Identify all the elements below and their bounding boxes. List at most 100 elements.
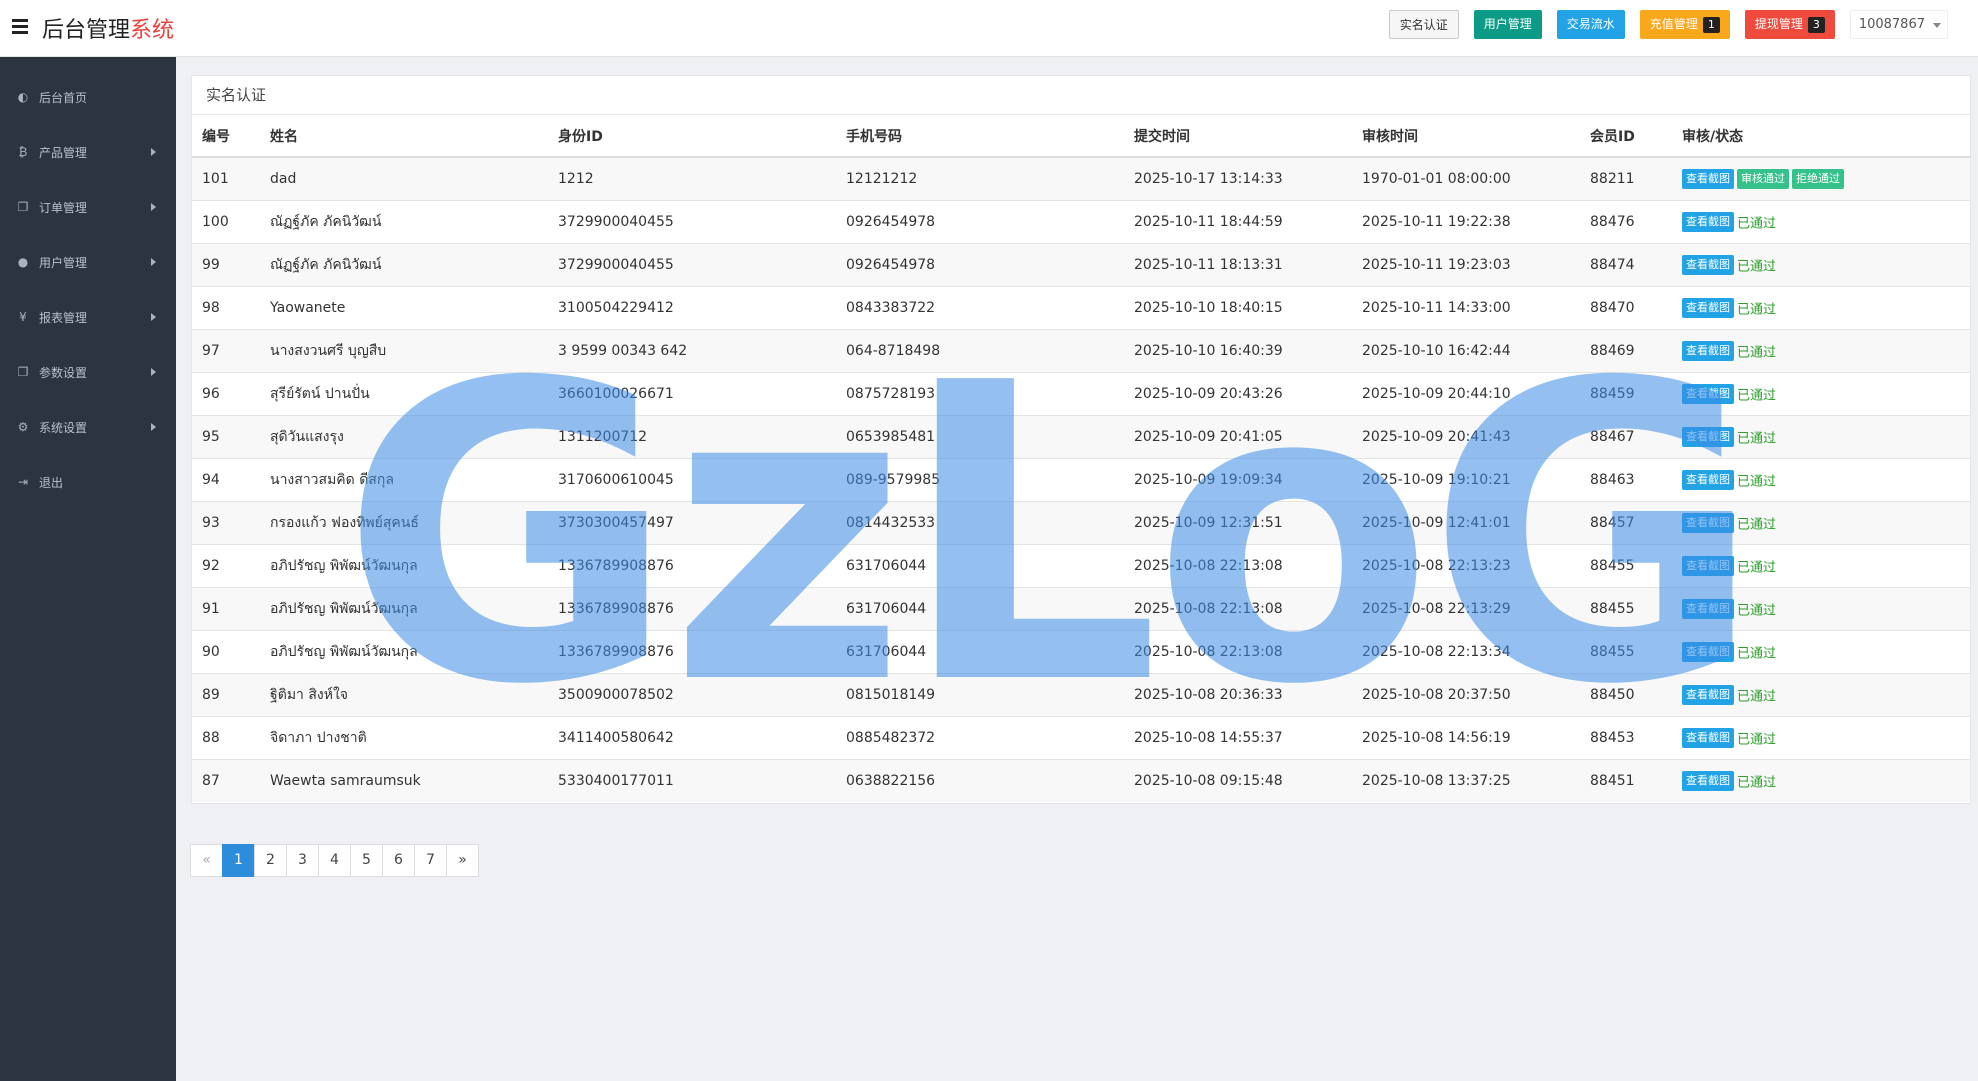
cell-id-number: 3500900078502 xyxy=(548,672,836,716)
gears-icon: ⚙ xyxy=(17,420,29,434)
cell-id: 93 xyxy=(192,500,260,544)
pagination-page[interactable]: 3 xyxy=(286,844,319,877)
status-text: 已通过 xyxy=(1737,775,1777,791)
view-screenshot-button[interactable]: 查看截图 xyxy=(1682,254,1734,275)
user-account-dropdown[interactable]: 10087867 xyxy=(1849,10,1948,39)
transaction-flow-button[interactable]: 交易流水 xyxy=(1556,10,1625,39)
pagination-page[interactable]: 4 xyxy=(318,844,351,877)
view-screenshot-button[interactable]: 查看截图 xyxy=(1682,211,1734,232)
bitcoin-icon: ₿ xyxy=(18,145,28,159)
sidebar-item[interactable]: ₿ 产品管理 xyxy=(0,132,176,172)
view-screenshot-button[interactable]: 查看截图 xyxy=(1682,598,1734,619)
view-screenshot-button[interactable]: 查看截图 xyxy=(1682,770,1734,791)
view-screenshot-button[interactable]: 查看截图 xyxy=(1682,383,1734,404)
view-screenshot-button[interactable]: 查看截图 xyxy=(1682,512,1734,533)
cell-actions: 查看截图 已通过 xyxy=(1672,758,1970,802)
cell-name: อภิปรัชญ พิพัฒน์วัฒนกุล xyxy=(260,586,548,630)
cell-id: 92 xyxy=(192,543,260,587)
cell-phone: 064-8718498 xyxy=(836,328,1124,372)
cell-member-id: 88476 xyxy=(1580,199,1672,243)
table-row: 92 อภิปรัชญ พิพัฒน์วัฒนกุล 1336789908876 63… xyxy=(192,543,1970,587)
copy-icon: ❐ xyxy=(17,200,29,214)
view-screenshot-button[interactable]: 查看截图 xyxy=(1682,340,1734,361)
pagination-page[interactable]: 1 xyxy=(222,844,255,877)
cell-actions: 查看截图 审核通过 拒绝通过 xyxy=(1672,156,1970,200)
view-screenshot-button[interactable]: 查看截图 xyxy=(1682,469,1734,490)
cell-submit-time: 2025-10-08 22:13:08 xyxy=(1124,586,1352,630)
pagination-prev[interactable]: « xyxy=(190,844,223,877)
cell-review-time: 2025-10-09 20:41:43 xyxy=(1352,414,1580,458)
cell-review-time: 2025-10-11 19:23:03 xyxy=(1352,242,1580,286)
approve-button[interactable]: 审核通过 xyxy=(1737,168,1789,189)
view-screenshot-button[interactable]: 查看截图 xyxy=(1682,297,1734,318)
sidebar-item[interactable]: ◐ 后台首页 xyxy=(0,77,176,117)
sidebar-item[interactable]: ¥ 报表管理 xyxy=(0,297,176,337)
cell-submit-time: 2025-10-09 12:31:51 xyxy=(1124,500,1352,544)
cell-review-time: 2025-10-08 22:13:34 xyxy=(1352,629,1580,673)
cell-review-time: 2025-10-08 22:13:23 xyxy=(1352,543,1580,587)
user-management-button[interactable]: 用户管理 xyxy=(1473,10,1542,39)
status-text: 已通过 xyxy=(1737,517,1777,532)
cell-id: 98 xyxy=(192,285,260,329)
cell-phone: 0875728193 xyxy=(836,371,1124,415)
status-text: 已通过 xyxy=(1737,388,1777,403)
pagination-next[interactable]: » xyxy=(446,844,479,877)
recharge-management-button[interactable]: 充值管理 1 xyxy=(1639,10,1730,39)
sidebar-item-label: 产品管理 xyxy=(39,145,88,160)
cell-id: 101 xyxy=(192,156,260,200)
cell-id-number: 3729900040455 xyxy=(548,242,836,286)
cell-id-number: 3100504229412 xyxy=(548,285,836,329)
cell-id: 100 xyxy=(192,199,260,243)
cell-id-number: 3660100026671 xyxy=(548,371,836,415)
cell-id-number: 1336789908876 xyxy=(548,543,836,587)
cell-submit-time: 2025-10-11 18:13:31 xyxy=(1124,242,1352,286)
pagination-page[interactable]: 6 xyxy=(382,844,415,877)
caret-right-icon xyxy=(151,203,156,211)
sidebar-item[interactable]: ⚙ 系统设置 xyxy=(0,407,176,447)
button-label: 提现管理 xyxy=(1754,17,1803,31)
sidebar-item-label: 参数设置 xyxy=(39,365,88,380)
pagination-page[interactable]: 7 xyxy=(414,844,447,877)
cell-phone: 0815018149 xyxy=(836,672,1124,716)
view-screenshot-button[interactable]: 查看截图 xyxy=(1682,168,1734,189)
view-screenshot-button[interactable]: 查看截图 xyxy=(1682,555,1734,576)
view-screenshot-button[interactable]: 查看截图 xyxy=(1682,641,1734,662)
cell-review-time: 2025-10-08 20:37:50 xyxy=(1352,672,1580,716)
sidebar-item[interactable]: ⇥ 退出 xyxy=(0,462,176,502)
view-screenshot-button[interactable]: 查看截图 xyxy=(1682,727,1734,748)
status-text: 已通过 xyxy=(1737,216,1777,231)
reject-button[interactable]: 拒绝通过 xyxy=(1792,168,1844,189)
cell-submit-time: 2025-10-09 20:43:26 xyxy=(1124,371,1352,415)
cell-review-time: 2025-10-08 13:37:25 xyxy=(1352,758,1580,802)
cell-name: Yaowanete xyxy=(260,285,548,329)
cell-phone: 0885482372 xyxy=(836,715,1124,759)
cell-submit-time: 2025-10-17 13:14:33 xyxy=(1124,156,1352,200)
view-screenshot-button[interactable]: 查看截图 xyxy=(1682,684,1734,705)
pagination-page[interactable]: 5 xyxy=(350,844,383,877)
user-account-id: 10087867 xyxy=(1858,17,1925,32)
cell-member-id: 88450 xyxy=(1580,672,1672,716)
view-screenshot-button[interactable]: 查看截图 xyxy=(1682,426,1734,447)
sidebar-item[interactable]: ❐ 参数设置 xyxy=(0,352,176,392)
column-header: 审核/状态 xyxy=(1672,115,1970,158)
copy-icon: ❐ xyxy=(17,365,29,379)
cell-name: ณัฏฐ์ภัค ภัคนิวัฒน์ xyxy=(260,242,548,286)
cell-actions: 查看截图 已通过 xyxy=(1672,371,1970,415)
realname-auth-button[interactable]: 实名认证 xyxy=(1388,10,1459,39)
sidebar-item[interactable]: ● 用户管理 xyxy=(0,242,176,282)
cell-phone: 0814432533 xyxy=(836,500,1124,544)
cell-name: จิดาภา ปางชาติ xyxy=(260,715,548,759)
sidebar-item[interactable]: ❐ 订单管理 xyxy=(0,187,176,227)
cell-id: 87 xyxy=(192,758,260,802)
cell-actions: 查看截图 已通过 xyxy=(1672,242,1970,286)
withdraw-management-button[interactable]: 提现管理 3 xyxy=(1744,10,1835,39)
cell-actions: 查看截图 已通过 xyxy=(1672,715,1970,759)
cell-phone: 631706044 xyxy=(836,586,1124,630)
status-text: 已通过 xyxy=(1737,431,1777,446)
table-row: 98 Yaowanete 3100504229412 0843383722 2025-1… xyxy=(192,285,1970,329)
hamburger-menu-icon[interactable] xyxy=(12,19,28,34)
cell-member-id: 88451 xyxy=(1580,758,1672,802)
pagination-page[interactable]: 2 xyxy=(254,844,287,877)
button-label: 充值管理 xyxy=(1649,17,1698,31)
cell-id-number: 1212 xyxy=(548,156,836,200)
